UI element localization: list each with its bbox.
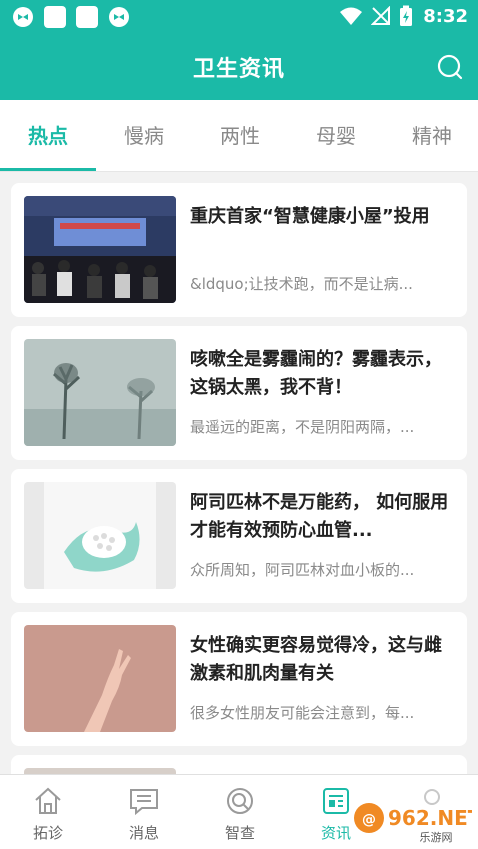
app-notification-icon [109,7,129,27]
nav-item-home[interactable]: 拓诊 [0,775,96,849]
tab-hot[interactable]: 热点 [0,100,96,172]
status-time: 8:32 [423,5,468,27]
search-icon [227,788,253,814]
nav-item-smart-check[interactable]: 智查 [192,775,288,849]
article-title: 女性确实更容易觉得冷，这与雌激素和肌肉量有关 [190,635,442,684]
app-notification-icon [76,6,98,28]
tab-chronic[interactable]: 慢病 [96,100,192,172]
article-summary: 最遥远的距离，不是阴阳两隔，... [190,418,415,436]
article-thumbnail [24,339,176,446]
svg-text:@: @ [362,812,376,828]
article-summary: &ldquo;让技术跑，而不是让病... [190,275,413,293]
watermark-logo: @ 962.NET 乐游网 [354,803,472,844]
nav-label: 智查 [224,824,255,842]
article-thumbnail [24,625,176,732]
battery-charging-icon [400,5,413,26]
tab-mental[interactable]: 精神 [384,100,478,172]
active-tab-indicator [0,168,96,171]
home-icon [35,787,61,814]
article-summary: 众所周知，阿司匹林对血小板的... [190,561,415,579]
app-notification-icon [13,7,33,27]
nav-label: 拓诊 [32,824,63,842]
article-title: 咳嗽全是雾霾闹的？雾霾表示，这锅太黑，我不背！ [190,349,442,398]
article-card[interactable]: 重庆首家“智慧健康小屋”投用 &ldquo;让技术跑，而不是让病... [11,183,467,317]
watermark-subtext: 乐游网 [420,831,453,844]
nav-item-messages[interactable]: 消息 [96,775,192,849]
app-notification-icon [44,6,66,28]
article-card[interactable]: 女性确实更容易觉得冷，这与雌激素和肌肉量有关 很多女性朋友可能会注意到，每... [11,612,467,746]
tab-maternal[interactable]: 母婴 [288,100,384,172]
search-icon[interactable] [436,53,464,81]
watermark-text: 962.NET [388,806,472,830]
article-thumbnail [24,482,176,589]
tab-gender[interactable]: 两性 [192,100,288,172]
status-bar: 8:32 [0,0,478,34]
app-bar: 卫生资讯 [0,34,478,100]
article-summary: 很多女性朋友可能会注意到，每... [190,704,415,722]
notification-icons [12,6,130,28]
article-card[interactable]: 阿司匹林不是万能药， 如何服用才能有效预防心血管... 众所周知，阿司匹林对血小… [11,469,467,603]
news-icon [323,788,349,814]
article-title: 阿司匹林不是万能药， 如何服用才能有效预防心血管... [190,492,449,541]
category-tabs: 热点 慢病 两性 母婴 精神 [0,100,478,172]
nav-label: 消息 [128,824,159,842]
page-title: 卫生资讯 [192,57,285,82]
article-thumbnail [24,196,176,303]
cellular-signal-icon [371,6,391,25]
wifi-icon [340,7,363,25]
article-title: 重庆首家“智慧健康小屋”投用 [190,206,430,227]
article-card[interactable]: 咳嗽全是雾霾闹的？雾霾表示，这锅太黑，我不背！ 最遥远的距离，不是阴阳两隔，..… [11,326,467,460]
message-icon [130,789,158,816]
